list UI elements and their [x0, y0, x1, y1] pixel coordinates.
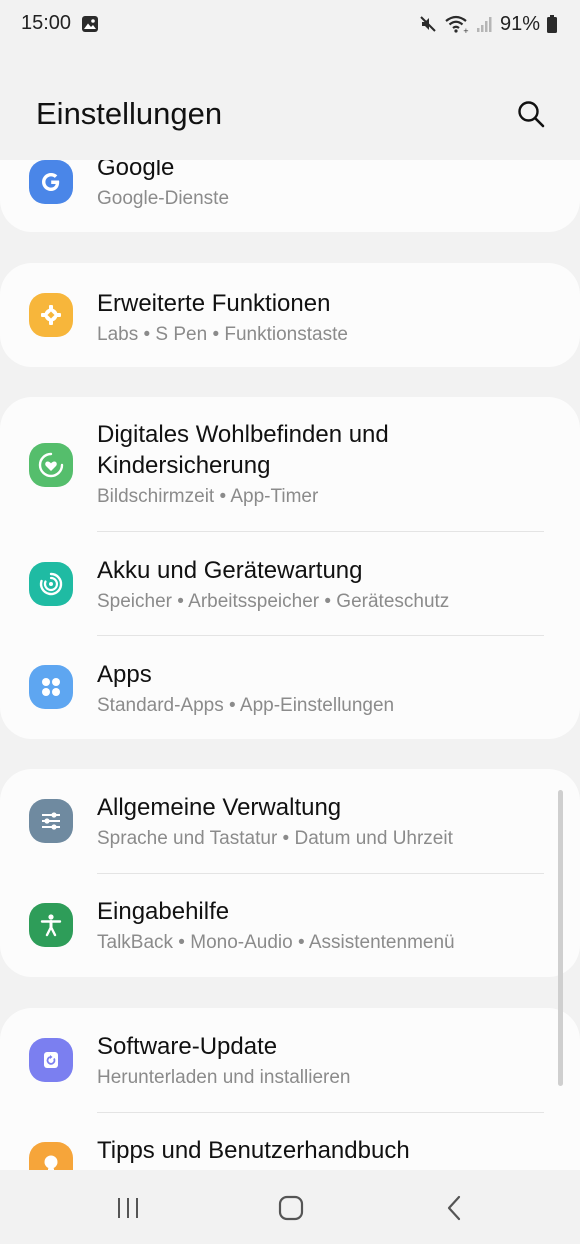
- settings-item-general-management[interactable]: Allgemeine Verwaltung Sprache und Tastat…: [0, 769, 580, 874]
- signal-icon: [476, 17, 492, 32]
- mute-icon: [420, 16, 436, 32]
- settings-list[interactable]: Google Google-Dienste Erweiterte Funktio…: [0, 160, 580, 1170]
- status-icons: + 91%: [418, 12, 558, 36]
- recent-apps-icon[interactable]: [108, 1192, 148, 1224]
- settings-item-title: Apps: [97, 661, 152, 688]
- settings-item-title: Software-Update: [97, 1033, 278, 1060]
- settings-item-subtitle: Sprache und Tastatur • Datum und Uhrzeit: [97, 828, 453, 849]
- settings-item-tips-user-manual[interactable]: Tipps und Benutzerhandbuch: [0, 1113, 580, 1170]
- settings-item-subtitle: Google-Dienste: [97, 188, 230, 209]
- settings-card-advanced: Erweiterte Funktionen Labs • S Pen • Fun…: [0, 263, 580, 367]
- battery-percentage: 91%: [499, 12, 540, 35]
- settings-item-title: Eingabehilfe: [97, 898, 230, 925]
- settings-item-subtitle: TalkBack • Mono-Audio • Assistentenmenü: [97, 932, 455, 953]
- puzzle-gear-icon: [29, 293, 73, 337]
- gallery-notification-icon: [82, 16, 98, 32]
- page-title: Einstellungen: [36, 96, 223, 131]
- search-icon[interactable]: [511, 94, 551, 134]
- settings-item-subtitle: Bildschirmzeit • App-Timer: [97, 486, 319, 507]
- accessibility-icon: [29, 903, 73, 947]
- settings-card-device: Digitales Wohlbefinden und Kindersicheru…: [0, 397, 580, 739]
- settings-item-title: Akku und Gerätewartung: [97, 557, 363, 584]
- settings-item-title: Google: [97, 160, 175, 181]
- google-icon: [29, 160, 73, 204]
- software-update-icon: [29, 1038, 73, 1082]
- settings-card-google: Google Google-Dienste: [0, 160, 580, 232]
- settings-item-advanced-features[interactable]: Erweiterte Funktionen Labs • S Pen • Fun…: [0, 263, 580, 367]
- settings-item-subtitle: Herunterladen und installieren: [97, 1067, 351, 1088]
- settings-item-title: Tipps und Benutzerhandbuch: [97, 1137, 410, 1164]
- settings-item-title: Allgemeine Verwaltung: [97, 794, 342, 821]
- settings-item-software-update[interactable]: Software-Update Herunterladen und instal…: [0, 1008, 580, 1113]
- home-icon[interactable]: [271, 1192, 311, 1224]
- back-icon[interactable]: [434, 1192, 474, 1224]
- battery-icon: [547, 15, 557, 33]
- settings-item-subtitle: Speicher • Arbeitsspeicher • Geräteschut…: [97, 591, 450, 612]
- settings-item-title: Digitales Wohlbefinden und Kindersicheru…: [97, 421, 389, 479]
- apps-grid-icon: [29, 665, 73, 709]
- settings-card-software: Software-Update Herunterladen und instal…: [0, 1008, 580, 1170]
- settings-item-subtitle: Labs • S Pen • Funktionstaste: [97, 324, 348, 345]
- navigation-bar: [0, 1170, 580, 1244]
- settings-card-management: Allgemeine Verwaltung Sprache und Tastat…: [0, 769, 580, 977]
- lightbulb-icon: [29, 1142, 73, 1170]
- wifi-icon: +: [445, 15, 469, 34]
- settings-item-digital-wellbeing[interactable]: Digitales Wohlbefinden und Kindersicheru…: [0, 397, 580, 532]
- settings-item-accessibility[interactable]: Eingabehilfe TalkBack • Mono-Audio • Ass…: [0, 874, 580, 977]
- scrollbar[interactable]: [558, 790, 563, 1086]
- status-time: 15:00: [21, 12, 72, 34]
- heart-circle-icon: [29, 443, 73, 487]
- settings-item-apps[interactable]: Apps Standard-Apps • App-Einstellungen: [0, 636, 580, 739]
- settings-item-battery-device-care[interactable]: Akku und Gerätewartung Speicher • Arbeit…: [0, 532, 580, 636]
- settings-item-title: Erweiterte Funktionen: [97, 290, 331, 317]
- page-header: Einstellungen: [0, 80, 580, 150]
- status-bar: 15:00 + 91%: [0, 0, 580, 50]
- svg-text:+: +: [463, 27, 469, 34]
- sliders-icon: [29, 799, 73, 843]
- settings-item-google[interactable]: Google Google-Dienste: [0, 160, 580, 232]
- device-care-icon: [29, 562, 73, 606]
- settings-item-subtitle: Standard-Apps • App-Einstellungen: [97, 695, 395, 716]
